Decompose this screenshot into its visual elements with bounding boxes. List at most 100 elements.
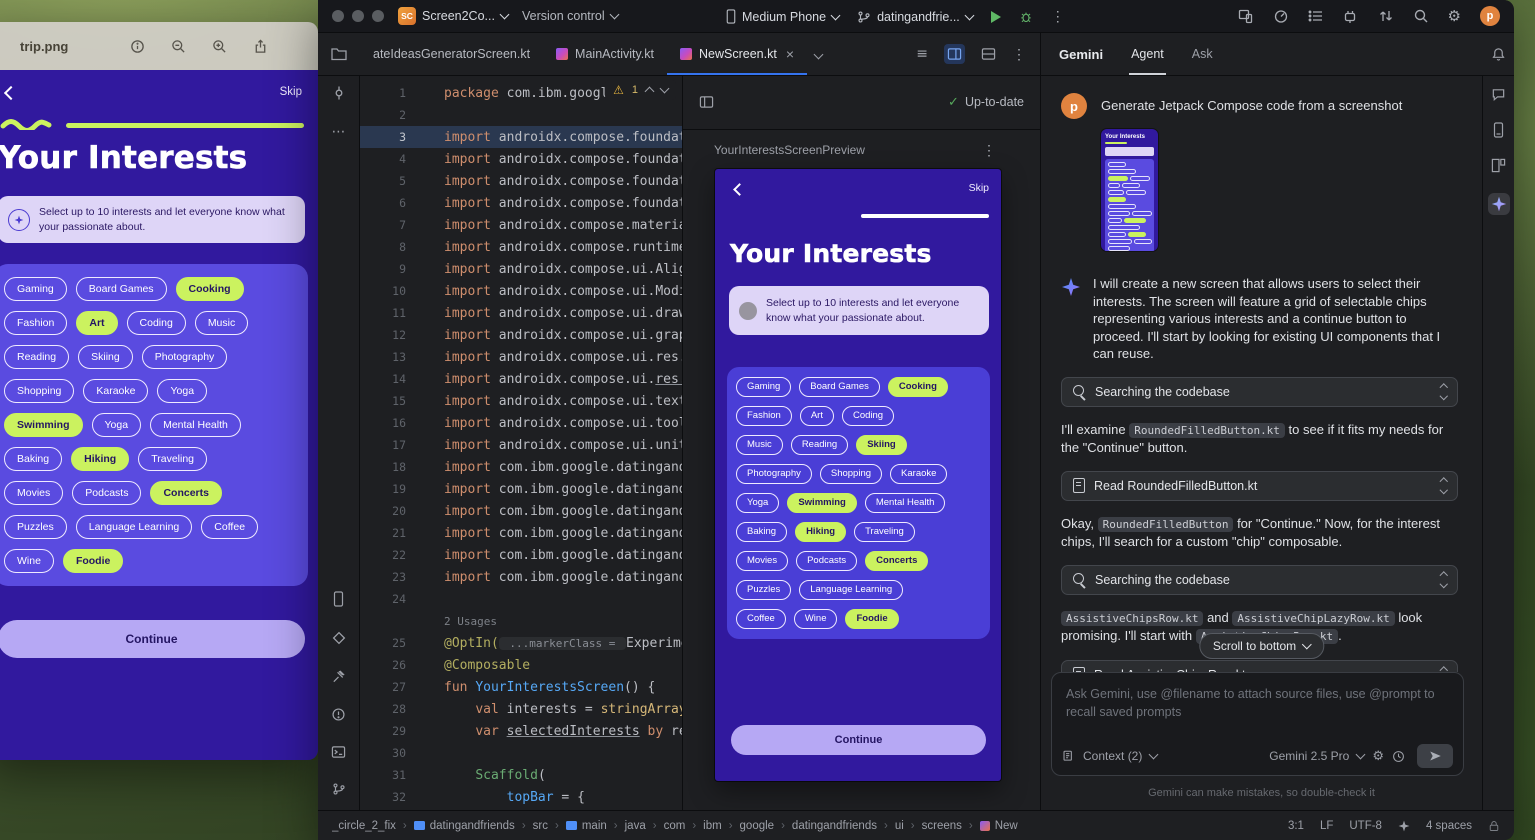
code-editor[interactable]: 1package com.ibm.googl23import androidx.…	[360, 75, 682, 810]
tool-call-searching-the-codebase[interactable]: Searching the codebase	[1061, 377, 1458, 407]
line-number[interactable]: 22	[360, 548, 418, 562]
code-line[interactable]: 19import com.ibm.google.datingand	[360, 478, 682, 500]
code-line[interactable]: 27fun YourInterestsScreen() {	[360, 676, 682, 698]
line-number[interactable]: 12	[360, 328, 418, 342]
gemini-status-icon[interactable]	[1398, 820, 1410, 832]
debug-button[interactable]	[1019, 10, 1033, 24]
context-label[interactable]: Context (2)	[1083, 749, 1142, 763]
model-label[interactable]: Gemini 2.5 Pro	[1269, 749, 1349, 763]
editor-options-icon[interactable]: ⋮	[1012, 46, 1026, 63]
layout-inspector-icon[interactable]	[1491, 158, 1506, 173]
line-number[interactable]: 15	[360, 394, 418, 408]
line-number[interactable]: 30	[360, 746, 418, 760]
code-line[interactable]: 2 Usages	[360, 610, 682, 632]
terminal-tool-icon[interactable]	[331, 745, 346, 759]
line-number[interactable]: 26	[360, 658, 418, 672]
code-line[interactable]: 21import com.ibm.google.datingand	[360, 522, 682, 544]
caret-position[interactable]: 3:1	[1288, 820, 1304, 832]
info-icon[interactable]	[130, 39, 145, 54]
line-number[interactable]: 18	[360, 460, 418, 474]
line-number[interactable]: 25	[360, 636, 418, 650]
device-selector[interactable]: Medium Phone	[726, 9, 839, 24]
preview-layout-icon[interactable]	[981, 47, 996, 61]
line-number[interactable]: 21	[360, 526, 418, 540]
preview-options-icon[interactable]: ⋮	[982, 142, 996, 159]
line-separator[interactable]: LF	[1320, 820, 1333, 832]
code-line[interactable]: 12import androidx.compose.ui.grap	[360, 324, 682, 346]
vcs-update-icon[interactable]	[1378, 8, 1394, 24]
line-number[interactable]: 3	[360, 130, 418, 144]
editor-tab-ateideasgeneratorscreen-kt[interactable]: ateIdeasGeneratorScreen.kt	[360, 33, 543, 75]
profiler-icon[interactable]	[1273, 8, 1289, 24]
breadcrumb-new[interactable]: New	[980, 820, 1018, 832]
code-line[interactable]: 30	[360, 742, 682, 764]
breadcrumb-java[interactable]: java	[625, 820, 646, 832]
gemini-chat[interactable]: p Generate Jetpack Compose code from a s…	[1041, 75, 1482, 672]
code-line[interactable]: 9import androidx.compose.ui.Alig	[360, 258, 682, 280]
line-number[interactable]: 5	[360, 174, 418, 188]
vcs-widget[interactable]: Version control	[522, 9, 618, 23]
code-line[interactable]: 17import androidx.compose.ui.unit	[360, 434, 682, 456]
line-number[interactable]: 23	[360, 570, 418, 584]
readonly-lock-icon[interactable]	[1488, 820, 1500, 832]
code-line[interactable]: 25@OptIn( ...markerClass = Experiment	[360, 632, 682, 654]
preview-split-icon[interactable]	[699, 95, 714, 109]
breadcrumb-google[interactable]: google	[740, 820, 775, 832]
plugin-icon[interactable]	[1343, 8, 1359, 24]
line-number[interactable]: 17	[360, 438, 418, 452]
line-number[interactable]: 13	[360, 350, 418, 364]
code-line[interactable]: 10import androidx.compose.ui.Modi	[360, 280, 682, 302]
line-number[interactable]: 27	[360, 680, 418, 694]
more-actions-icon[interactable]: ⋮	[1051, 8, 1065, 25]
line-number[interactable]: 28	[360, 702, 418, 716]
code-line[interactable]: 18import com.ibm.google.datingand	[360, 456, 682, 478]
more-tool-windows-icon[interactable]: ⋯	[332, 124, 346, 140]
line-number[interactable]: 14	[360, 372, 418, 386]
line-number[interactable]: 4	[360, 152, 418, 166]
app-insights-icon[interactable]	[331, 630, 347, 646]
notifications-icon[interactable]	[1482, 33, 1514, 75]
gemini-input-box[interactable]: Context (2) Gemini 2.5 Pro ⚙	[1051, 672, 1464, 776]
maximize-window-icon[interactable]	[372, 10, 384, 22]
code-line[interactable]: 13import androidx.compose.ui.res.	[360, 346, 682, 368]
breadcrumb-datingandfriends[interactable]: datingandfriends	[414, 820, 515, 832]
code-line[interactable]: 11import androidx.compose.ui.draw	[360, 302, 682, 324]
code-line[interactable]: 16import androidx.compose.ui.tool	[360, 412, 682, 434]
breadcrumb-src[interactable]: src	[533, 820, 548, 832]
tab-agent[interactable]: Agent	[1131, 33, 1164, 75]
problems-tool-icon[interactable]	[331, 707, 346, 722]
tool-call-read-assistivechipsrow-kt[interactable]: Read AssistiveChipsRow.kt	[1061, 660, 1458, 673]
file-encoding[interactable]: UTF-8	[1349, 820, 1382, 832]
indent-size[interactable]: 4 spaces	[1426, 820, 1472, 832]
split-editor-icon[interactable]	[944, 44, 965, 64]
zoom-in-icon[interactable]	[212, 39, 227, 54]
line-number[interactable]: 7	[360, 218, 418, 232]
close-window-icon[interactable]	[332, 10, 344, 22]
next-problem-icon[interactable]	[660, 84, 670, 94]
code-line[interactable]: 8import androidx.compose.runtime	[360, 236, 682, 258]
profile-avatar[interactable]: p	[1480, 6, 1500, 26]
line-number[interactable]: 11	[360, 306, 418, 320]
zoom-out-icon[interactable]	[171, 39, 186, 54]
running-devices-icon[interactable]	[1238, 8, 1254, 24]
breadcrumb-screens[interactable]: screens	[922, 820, 962, 832]
gemini-tool-icon[interactable]	[1488, 193, 1510, 215]
code-line[interactable]: 14import androidx.compose.ui.res.	[360, 368, 682, 390]
search-everywhere-icon[interactable]	[1413, 8, 1429, 24]
line-number[interactable]: 2	[360, 108, 418, 122]
code-line[interactable]: 4import androidx.compose.foundat	[360, 148, 682, 170]
close-tab-icon[interactable]: ×	[786, 47, 794, 61]
prev-problem-icon[interactable]	[645, 87, 655, 97]
code-line[interactable]: 3import androidx.compose.foundat	[360, 126, 682, 148]
project-tool-icon[interactable]	[318, 33, 360, 75]
line-number[interactable]: 8	[360, 240, 418, 254]
tool-call-searching-the-codebase[interactable]: Searching the codebase	[1061, 565, 1458, 595]
code-line[interactable]: 31 Scaffold(	[360, 764, 682, 786]
window-controls[interactable]	[332, 10, 384, 22]
editor-menu-icon[interactable]: ≡	[916, 46, 928, 62]
line-number[interactable]: 20	[360, 504, 418, 518]
run-button[interactable]	[991, 11, 1001, 23]
line-number[interactable]: 1	[360, 86, 418, 100]
inspection-widget[interactable]: ⚠ 1	[605, 80, 676, 100]
code-line[interactable]: 20import com.ibm.google.datingand	[360, 500, 682, 522]
